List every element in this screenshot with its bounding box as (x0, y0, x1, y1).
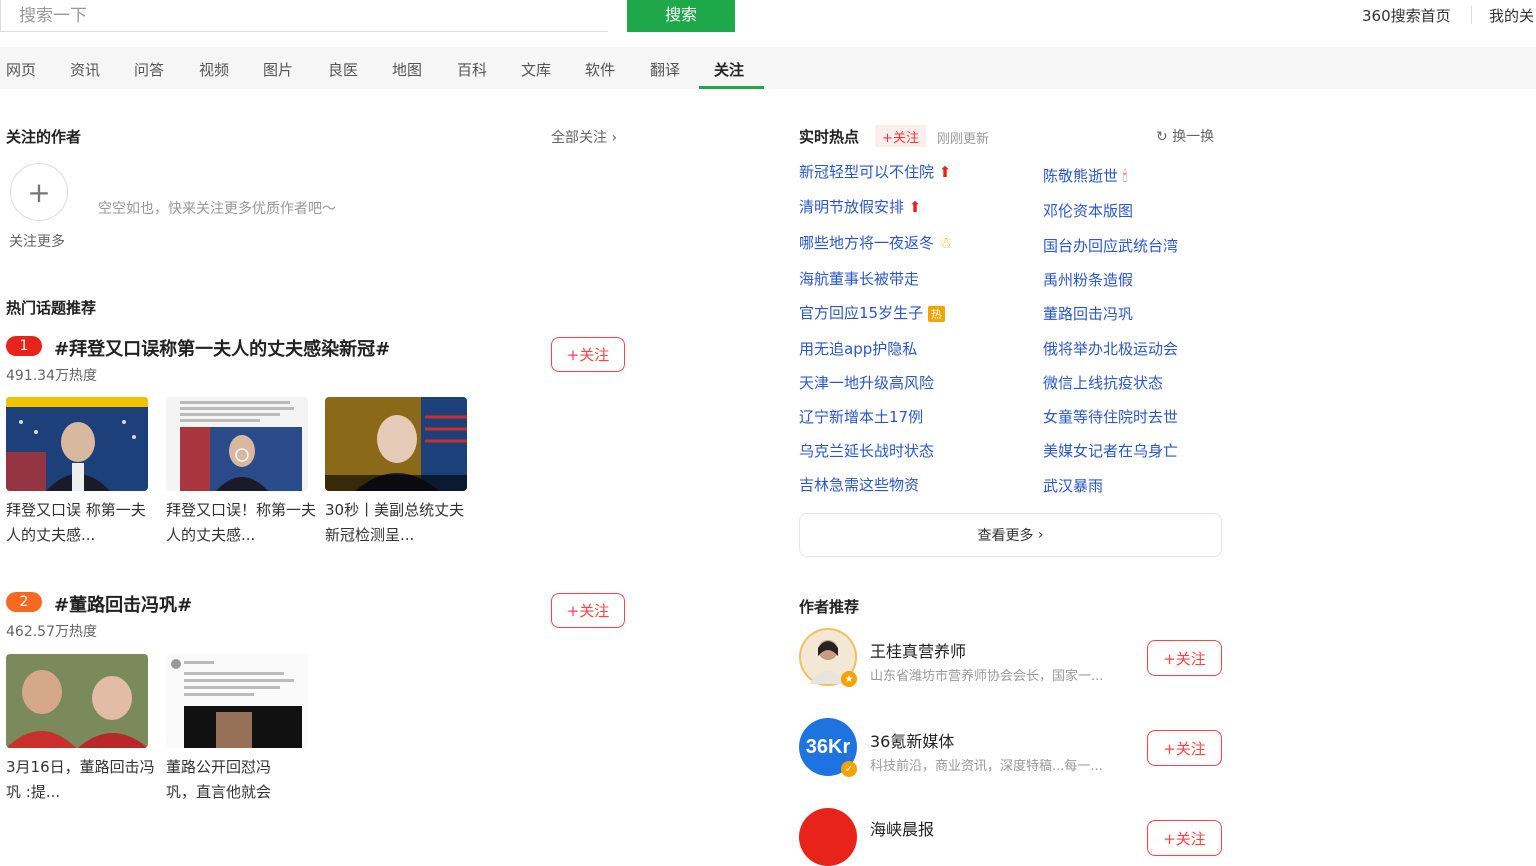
topic-heat: 462.57万热度 (6, 624, 97, 640)
topic-thumbnail[interactable] (325, 397, 467, 491)
nav-baike[interactable]: 百科 (457, 59, 487, 80)
topic-thumbnail[interactable] (6, 654, 148, 748)
topic-thumbnail[interactable] (166, 397, 308, 491)
topic-caption[interactable]: 董路公开回怼冯巩，直言他就会 (166, 755, 296, 805)
topic-thumbnail[interactable] (6, 397, 148, 491)
hot-item[interactable]: 邓伦资本版图 (1043, 200, 1133, 221)
rank-badge: 2 (6, 592, 42, 612)
top-bar: 搜索一下 搜索 360搜索首页 我的关 (0, 0, 1536, 34)
avatar[interactable] (799, 808, 857, 866)
hot-item[interactable]: 禹州粉条造假 (1043, 269, 1133, 290)
news-image-icon (6, 654, 148, 748)
hot-item[interactable]: 陈敬熊逝世 🕯 (1043, 165, 1127, 186)
news-image-icon (325, 397, 467, 491)
topic-caption[interactable]: 30秒丨美副总统丈夫新冠检测呈... (325, 498, 475, 548)
nav-translate[interactable]: 翻译 (650, 59, 680, 80)
hot-item[interactable]: 官方回应15岁生子 热 (799, 302, 945, 323)
verified-badge-icon: ✓ (841, 761, 857, 777)
rank-badge: 1 (6, 336, 42, 356)
hot-badge-icon: 热 (927, 306, 945, 322)
realtime-title: 实时热点 (799, 128, 860, 146)
news-image-icon (6, 397, 148, 491)
home-link[interactable]: 360搜索首页 (1362, 5, 1451, 26)
hot-item[interactable]: 新冠轻型可以不住院 ⬆ (799, 161, 951, 182)
news-image-icon (166, 654, 308, 748)
up-arrow-icon: ⬆ (908, 198, 922, 216)
follow-more-link[interactable]: 关注更多 (9, 231, 65, 251)
hot-item[interactable]: 微信上线抗疫状态 (1043, 372, 1163, 393)
search-input[interactable]: 搜索一下 (0, 0, 608, 32)
verified-badge-icon: ★ (841, 671, 857, 687)
nav-video[interactable]: 视频 (199, 59, 229, 80)
topic-follow-button[interactable]: +关注 (551, 337, 625, 372)
hot-item[interactable]: 天津一地升级高风险 (799, 372, 934, 393)
snow-face-icon: ☃ (938, 234, 953, 252)
hot-item[interactable]: 吉林急需这些物资 (799, 474, 919, 495)
view-more-button[interactable]: 查看更多 › (799, 513, 1222, 557)
hot-topics-title: 热门话题推荐 (6, 299, 97, 317)
hot-item[interactable]: 清明节放假安排 ⬆ (799, 196, 921, 217)
add-follow-button[interactable]: + (10, 163, 68, 221)
divider (1471, 6, 1472, 24)
hot-item[interactable]: 海航董事长被带走 (799, 268, 919, 289)
news-image-icon (166, 397, 308, 491)
plus-icon: + (27, 175, 51, 209)
candle-icon: 🕯 (1122, 167, 1128, 185)
topic-thumbnail[interactable] (166, 654, 308, 748)
topic-caption[interactable]: 3月16日，董路回击冯巩 :提... (6, 755, 156, 805)
chevron-right-icon: › (1037, 527, 1044, 543)
nav-bar: 网页 资讯 问答 视频 图片 良医 地图 百科 文库 软件 翻译 关注 (0, 47, 1536, 89)
hot-item[interactable]: 美媒女记者在乌身亡 (1043, 440, 1178, 461)
hot-item[interactable]: 俄将举办北极运动会 (1043, 338, 1178, 359)
all-follows-link[interactable]: 全部关注 › (551, 127, 617, 147)
updated-label: 刚刚更新 (937, 132, 990, 147)
authors-title: 作者推荐 (799, 598, 860, 616)
nav-web[interactable]: 网页 (6, 59, 36, 80)
topic-caption[interactable]: 拜登又口误！称第一夫人的丈夫感... (166, 498, 316, 548)
nav-qa[interactable]: 问答 (134, 59, 164, 80)
nav-active-indicator (699, 86, 764, 89)
nav-image[interactable]: 图片 (263, 59, 293, 80)
author-name[interactable]: 王桂真营养师 (870, 638, 966, 662)
author-follow-button[interactable]: +关注 (1147, 820, 1222, 856)
hot-item[interactable]: 女童等待住院时去世 (1043, 406, 1178, 427)
topic-title[interactable]: #董路回击冯巩# (54, 591, 192, 617)
nav-news[interactable]: 资讯 (70, 59, 100, 80)
nav-follow[interactable]: 关注 (714, 59, 744, 80)
nav-doctor[interactable]: 良医 (328, 59, 358, 80)
hot-item[interactable]: 哪些地方将一夜返冬 ☃ (799, 232, 952, 253)
hot-item[interactable]: 用无追app护隐私 (799, 338, 917, 359)
nav-software[interactable]: 软件 (585, 59, 615, 80)
hot-item[interactable]: 武汉暴雨 (1043, 475, 1103, 496)
author-desc: 科技前沿，商业资讯，深度特稿...每一... (870, 759, 1103, 774)
topic-heat: 491.34万热度 (6, 368, 97, 384)
nav-wenku[interactable]: 文库 (521, 59, 551, 80)
search-button[interactable]: 搜索 (627, 0, 735, 32)
author-name[interactable]: 36氪新媒体 (870, 728, 954, 752)
refresh-button[interactable]: ↻ 换一换 (1156, 126, 1214, 146)
nav-map[interactable]: 地图 (392, 59, 422, 80)
hot-item[interactable]: 辽宁新增本土17例 (799, 406, 923, 427)
my-follow-link[interactable]: 我的关 (1489, 5, 1534, 26)
author-desc: 山东省潍坊市营养师协会会长，国家一... (870, 669, 1104, 684)
author-name[interactable]: 海峡晨报 (870, 816, 934, 840)
up-arrow-icon: ⬆ (938, 163, 952, 181)
topic-follow-button[interactable]: +关注 (551, 593, 625, 628)
hot-item[interactable]: 乌克兰延长战时状态 (799, 440, 934, 461)
realtime-follow-tag[interactable]: +关注 (875, 125, 926, 147)
refresh-icon: ↻ (1156, 129, 1168, 145)
hot-item[interactable]: 董路回击冯巩 (1043, 303, 1133, 324)
topic-title[interactable]: #拜登又口误称第一夫人的丈夫感染新冠# (54, 335, 390, 361)
empty-message: 空空如也，快来关注更多优质作者吧～ (98, 201, 336, 217)
chevron-right-icon: › (611, 130, 618, 146)
followed-authors-title: 关注的作者 (6, 128, 82, 146)
author-follow-button[interactable]: +关注 (1147, 640, 1222, 676)
topic-caption[interactable]: 拜登又口误 称第一夫人的丈夫感... (6, 498, 156, 548)
author-follow-button[interactable]: +关注 (1147, 730, 1222, 766)
hot-item[interactable]: 国台办回应武统台湾 (1043, 235, 1178, 256)
